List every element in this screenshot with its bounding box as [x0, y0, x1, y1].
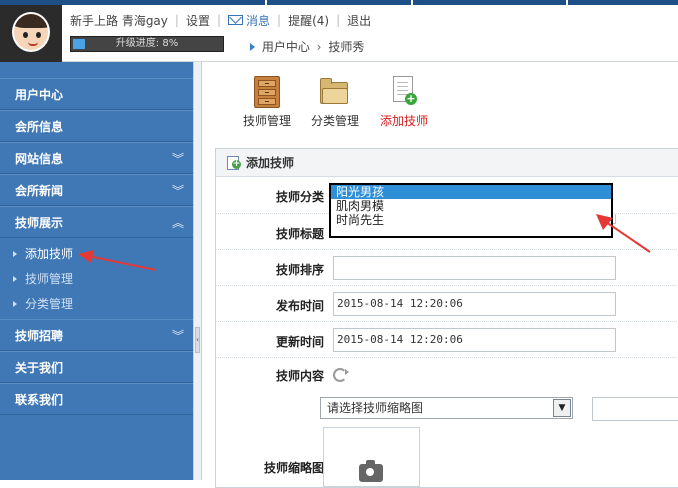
chevron-down-icon[interactable]: ▼: [553, 399, 571, 417]
folder-icon: [320, 78, 350, 108]
divider: |: [277, 13, 282, 27]
title-label: 技师标题: [275, 227, 324, 241]
sidebar-item-user-center[interactable]: 用户中心: [0, 78, 193, 110]
chevron-down-icon[interactable]: ︾: [172, 175, 184, 207]
settings-link[interactable]: 设置: [186, 12, 210, 29]
category-label: 技师分类: [275, 190, 324, 204]
divider: |: [174, 13, 179, 27]
publish-label: 发布时间: [275, 299, 324, 313]
divider: |: [336, 13, 341, 27]
sidebar-item-label: 技师展示: [15, 216, 64, 230]
bullet-icon: [13, 301, 17, 307]
content-row: 技师内容: [216, 358, 678, 394]
bullet-icon: [13, 276, 17, 282]
file-cabinet-icon: [254, 76, 280, 108]
chevron-up-icon[interactable]: ︽: [172, 207, 184, 239]
sidebar-item-site-info[interactable]: 网站信息 ︾: [0, 142, 193, 174]
category-option[interactable]: 阳光男孩: [331, 185, 611, 199]
category-option[interactable]: 时尚先生: [331, 213, 611, 227]
top-strip: [0, 0, 678, 5]
sidebar-item-about-us[interactable]: 关于我们: [0, 351, 193, 383]
sidebar-item-label: 用户中心: [15, 88, 64, 102]
username-link[interactable]: 新手上路 青海gay: [70, 12, 168, 29]
add-document-icon: [227, 156, 241, 170]
sidebar-item-label: 会所信息: [15, 120, 64, 134]
collapse-sidebar-icon[interactable]: ‹: [195, 327, 200, 353]
update-label: 更新时间: [275, 335, 324, 349]
upgrade-progress-bar: 升级进度: 8%: [70, 36, 224, 52]
logout-link[interactable]: 退出: [347, 12, 371, 29]
bullet-icon: [13, 251, 17, 257]
update-time-input[interactable]: 2015-08-14 12:20:06: [333, 328, 616, 352]
sort-label: 技师排序: [275, 263, 324, 277]
panel-title: 添加技师: [246, 156, 295, 170]
publish-time-input[interactable]: 2015-08-14 12:20:06: [333, 292, 616, 316]
breadcrumb-root[interactable]: 用户中心: [262, 40, 310, 54]
divider: |: [216, 13, 221, 27]
breadcrumb-arrow-icon: [250, 43, 255, 51]
annotation-arrow-icon: [596, 214, 651, 253]
progress-label: 升级进度: 8%: [115, 38, 179, 49]
toolbar: 技师管理 分类管理 + 添加技师: [203, 62, 678, 142]
sidebar-subitem-category-manage[interactable]: 分类管理: [0, 292, 193, 317]
camera-icon: [359, 460, 383, 482]
avatar[interactable]: [0, 5, 62, 62]
sidebar-item-label: 关于我们: [15, 361, 64, 375]
chevron-down-icon[interactable]: ︾: [172, 143, 184, 175]
messages-link[interactable]: 消息: [246, 12, 270, 29]
chevron-down-icon[interactable]: ︾: [172, 320, 184, 352]
content-label: 技师内容: [275, 369, 324, 383]
panel-header: 添加技师: [216, 149, 678, 177]
thumbnail-select[interactable]: 请选择技师缩略图 ▼: [320, 397, 573, 419]
category-option[interactable]: 肌肉男模: [331, 199, 611, 213]
sidebar-item-label: 会所新闻: [15, 184, 64, 198]
technician-manage-button[interactable]: 技师管理: [243, 76, 291, 129]
update-row: 更新时间 2015-08-14 12:20:06: [216, 322, 678, 358]
sidebar-item-label: 网站信息: [15, 152, 64, 166]
category-dropdown-list[interactable]: 阳光男孩 肌肉男模 时尚先生: [329, 183, 613, 238]
mail-icon[interactable]: [228, 15, 243, 25]
breadcrumb-current[interactable]: 技师秀: [328, 40, 364, 54]
sidebar-item-club-news[interactable]: 会所新闻 ︾: [0, 174, 193, 206]
sort-input[interactable]: [333, 256, 616, 280]
reminders-link[interactable]: 提醒(4): [288, 12, 329, 29]
avatar-face-icon: [12, 12, 50, 52]
sidebar-item-label: 联系我们: [15, 393, 64, 407]
sidebar-item-club-info[interactable]: 会所信息: [0, 110, 193, 142]
refresh-icon[interactable]: [333, 368, 349, 382]
user-bar: 新手上路 青海gay | 设置 | 消息 | 提醒(4) | 退出: [70, 11, 371, 29]
sidebar-item-technician-show[interactable]: 技师展示 ︽: [0, 206, 193, 238]
thumbnail-url-input[interactable]: [592, 397, 678, 421]
main-content: 技师管理 分类管理 + 添加技师 添加技师 技师分类 技师标题 技师排序: [203, 62, 678, 488]
header: 新手上路 青海gay | 设置 | 消息 | 提醒(4) | 退出 升级进度: …: [0, 0, 678, 62]
add-technician-button[interactable]: + 添加技师: [380, 76, 428, 129]
breadcrumb: 用户中心 › 技师秀: [250, 38, 364, 55]
thumbnail-label: 技师缩略图: [263, 461, 324, 475]
document-add-icon: +: [391, 76, 417, 108]
sidebar-item-label: 技师招聘: [15, 329, 64, 343]
category-manage-button[interactable]: 分类管理: [311, 76, 359, 129]
sidebar-item-technician-recruit[interactable]: 技师招聘 ︾: [0, 319, 193, 351]
thumbnail-row: 技师缩略图: [216, 448, 678, 484]
publish-row: 发布时间 2015-08-14 12:20:06: [216, 286, 678, 322]
sidebar-item-contact-us[interactable]: 联系我们: [0, 383, 193, 415]
sidebar-splitter[interactable]: ‹: [193, 62, 202, 480]
thumbnail-upload-box[interactable]: [323, 427, 420, 487]
annotation-arrow-icon: [78, 250, 157, 271]
